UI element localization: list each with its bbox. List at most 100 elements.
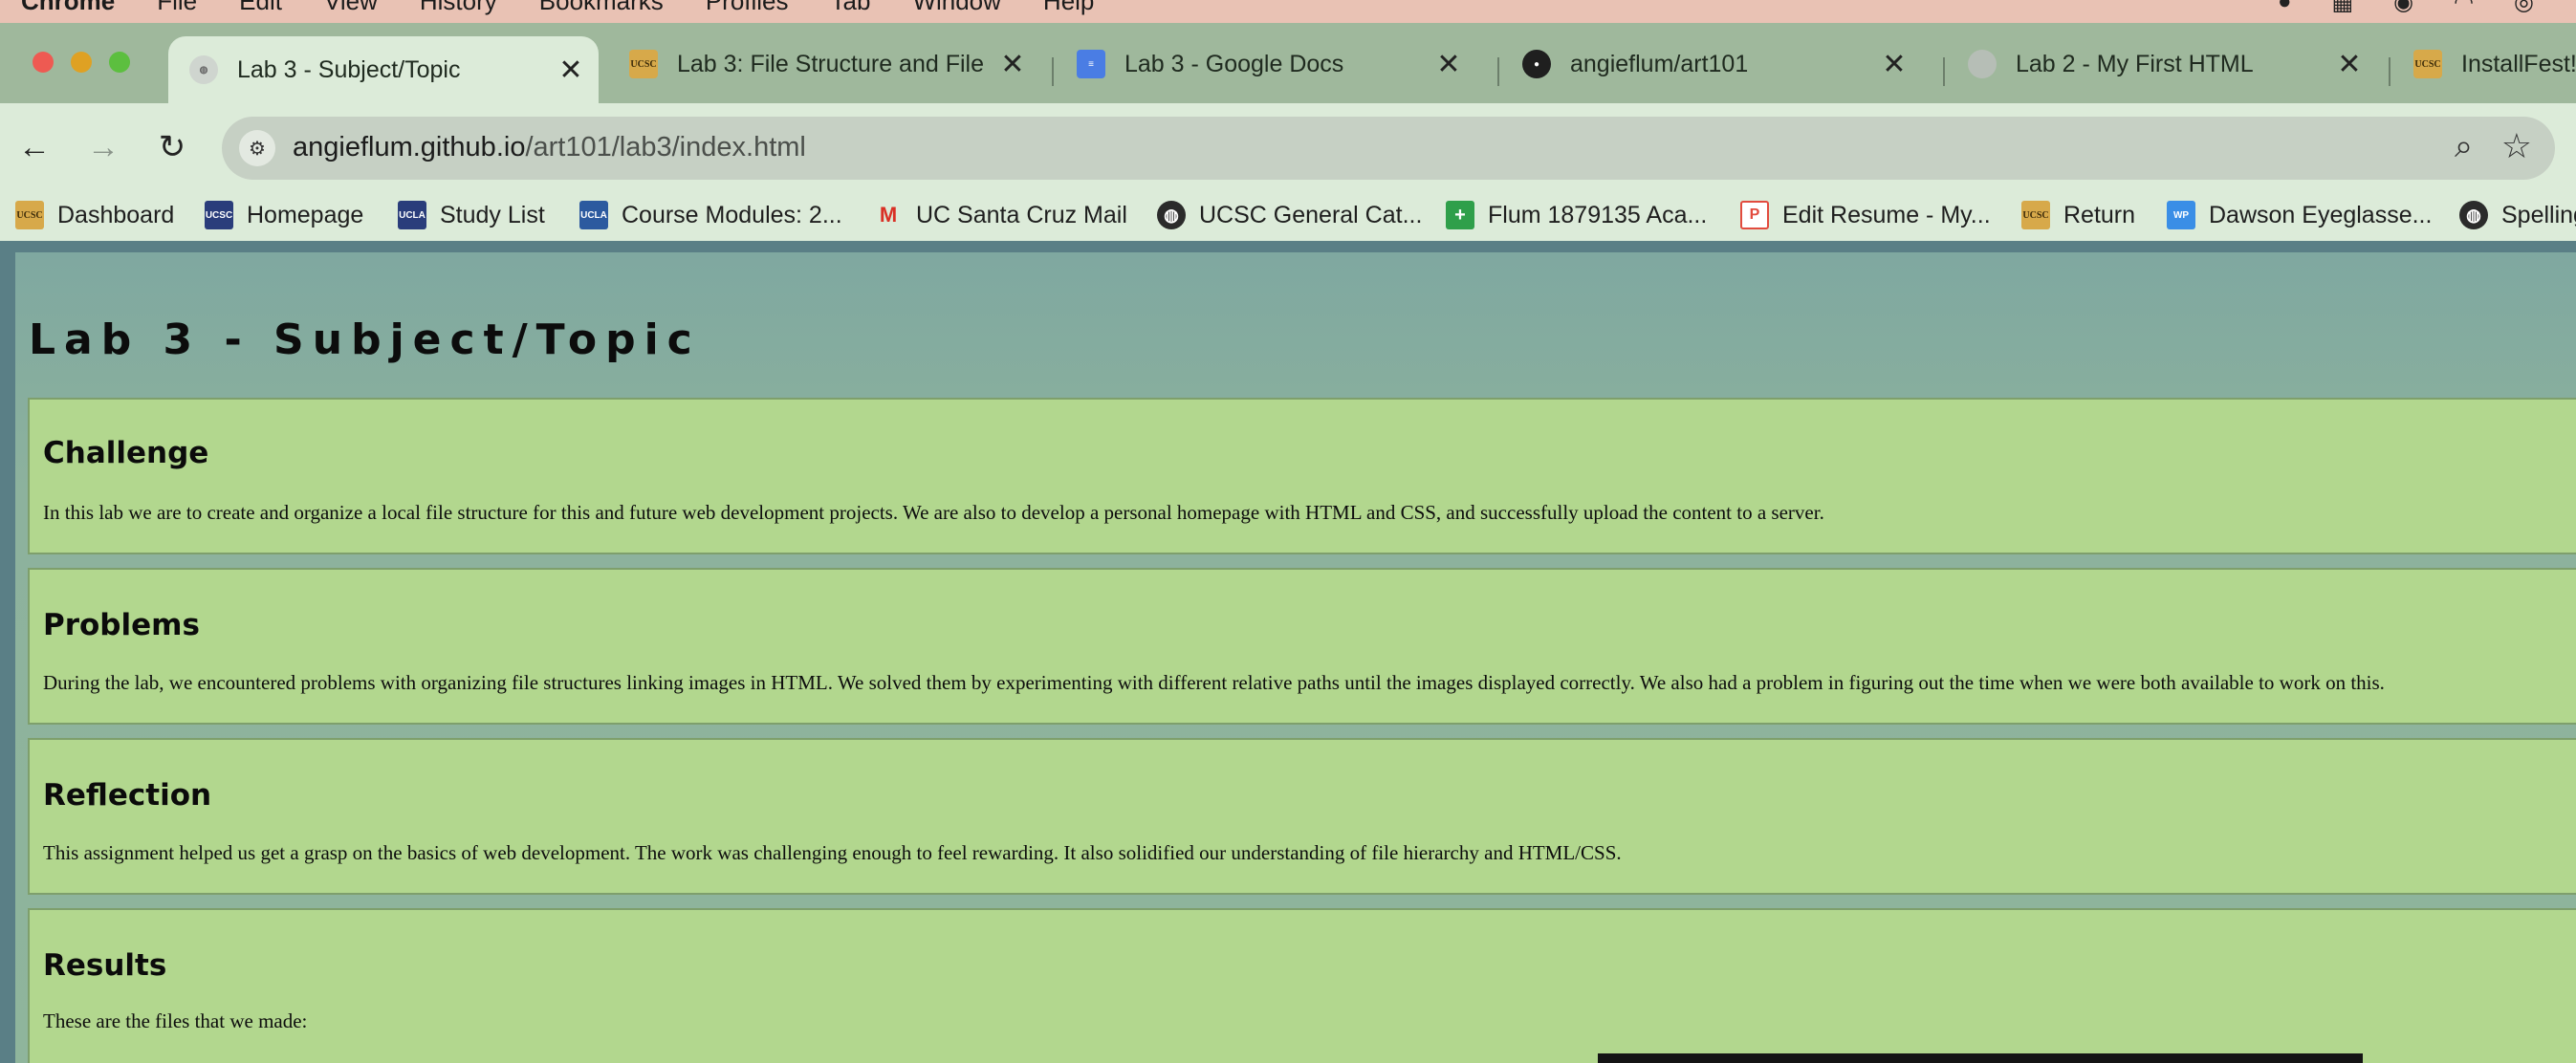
page-viewport: Lab 3 - Subject/Topic Challenge In this … xyxy=(0,252,2576,1063)
section-text: This assignment helped us get a grasp on… xyxy=(43,841,1622,864)
macos-menubar: Chrome File Edit View History Bookmarks … xyxy=(0,0,2576,23)
reflection-section: Reflection This assignment helped us get… xyxy=(28,738,2576,895)
menu-app-name[interactable]: Chrome xyxy=(21,0,115,16)
ucla-icon: UCLA xyxy=(398,201,426,229)
tab-title: Lab 3 - Google Docs xyxy=(1124,50,1344,77)
close-tab-icon[interactable]: ✕ xyxy=(557,54,585,87)
bookmark-label: UC Santa Cruz Mail xyxy=(916,201,1127,228)
zoom-icon[interactable]: ⌕ xyxy=(2455,128,2473,165)
menu-bookmarks[interactable]: Bookmarks xyxy=(539,0,664,16)
minimize-window-button[interactable] xyxy=(71,52,92,73)
status-icon-1[interactable]: ● xyxy=(2278,0,2292,16)
accessibility-icon[interactable]: ◉ xyxy=(2393,0,2413,16)
bookmark-label: Return xyxy=(2063,201,2136,228)
ucsc-icon: UCSC xyxy=(15,201,44,229)
bookmark-star-icon[interactable]: ☆ xyxy=(2501,126,2532,166)
wifi-icon[interactable]: ◠ xyxy=(2454,0,2474,16)
menu-window[interactable]: Window xyxy=(912,0,1000,16)
resume-icon: P xyxy=(1740,201,1769,229)
menu-profiles[interactable]: Profiles xyxy=(706,0,789,16)
keyboard-icon[interactable]: ▦ xyxy=(2331,0,2353,16)
globe-icon: ◍ xyxy=(189,55,218,84)
section-text: During the lab, we encountered problems … xyxy=(43,671,2385,694)
results-section: Results These are the files that we made… xyxy=(28,908,2576,1063)
bookmark-flum-academic[interactable]: + Flum 1879135 Aca... xyxy=(1446,201,1707,229)
menu-view[interactable]: View xyxy=(324,0,378,16)
airdrop-icon[interactable]: ◎ xyxy=(2514,0,2534,16)
globe-icon: ◍ xyxy=(2459,201,2488,229)
close-window-button[interactable] xyxy=(33,52,54,73)
menu-history[interactable]: History xyxy=(420,0,497,16)
bookmark-return[interactable]: UCSC Return xyxy=(2021,201,2135,229)
address-bar[interactable]: ⚙ angieflum.github.io/art101/lab3/index.… xyxy=(222,117,2555,180)
tab-title: InstallFest! xyxy=(2461,50,2576,77)
tab-separator xyxy=(1497,57,1499,86)
bookmark-spelling[interactable]: ◍ Spelling xyxy=(2459,201,2576,229)
bookmark-study-list[interactable]: UCLA Study List xyxy=(398,201,545,229)
tab-separator xyxy=(1052,57,1054,86)
web-page: Lab 3 - Subject/Topic Challenge In this … xyxy=(15,252,2576,1063)
browser-toolbar: ← → ↻ ⚙ angieflum.github.io/art101/lab3/… xyxy=(0,103,2576,193)
close-tab-icon[interactable]: ✕ xyxy=(1880,48,1909,81)
close-tab-icon[interactable]: ✕ xyxy=(1434,48,1463,81)
problems-section: Problems During the lab, we encountered … xyxy=(28,568,2576,725)
bookmark-ucsc-general-catalog[interactable]: ◍ UCSC General Cat... xyxy=(1157,201,1422,229)
ucsc-icon: UCSC xyxy=(205,201,233,229)
reload-icon[interactable]: ↻ xyxy=(149,124,195,170)
fullscreen-window-button[interactable] xyxy=(109,52,130,73)
close-tab-icon[interactable]: ✕ xyxy=(2335,48,2364,81)
site-settings-icon[interactable]: ⚙ xyxy=(239,130,275,166)
menubar-status-icons: ● ▦ ◉ ◠ ◎ xyxy=(2278,0,2534,16)
section-heading: Problems xyxy=(43,608,200,642)
page-title: Lab 3 - Subject/Topic xyxy=(29,315,701,364)
tab-lab3-file-structure[interactable]: UCSC Lab 3: File Structure and File ✕ xyxy=(608,33,1040,96)
url-host: angieflum.github.io xyxy=(293,132,526,163)
globe-icon xyxy=(1968,50,1997,78)
menu-tab[interactable]: Tab xyxy=(831,0,871,16)
bookmark-label: Course Modules: 2... xyxy=(622,201,842,228)
menu-file[interactable]: File xyxy=(157,0,197,16)
bookmark-course-modules[interactable]: UCLA Course Modules: 2... xyxy=(579,201,842,229)
github-icon: ● xyxy=(1522,50,1551,78)
ucla-icon: UCLA xyxy=(579,201,608,229)
tab-title: Lab 3: File Structure and File xyxy=(677,50,984,77)
bookmark-label: Dawson Eyeglasse... xyxy=(2209,201,2433,228)
tab-installfest[interactable]: UCSC InstallFest! xyxy=(2392,33,2576,96)
tab-strip: ◍ Lab 3 - Subject/Topic ✕ UCSC Lab 3: Fi… xyxy=(0,23,2576,103)
bookmark-homepage[interactable]: UCSC Homepage xyxy=(205,201,363,229)
bookmark-dashboard[interactable]: UCSC Dashboard xyxy=(15,201,174,229)
tab-lab2-first-html[interactable]: Lab 2 - My First HTML ✕ xyxy=(1947,33,2377,96)
gmail-icon: M xyxy=(879,203,898,227)
bookmark-edit-resume[interactable]: P Edit Resume - My... xyxy=(1740,201,1991,229)
tab-separator xyxy=(2389,57,2390,86)
bookmark-label: Edit Resume - My... xyxy=(1782,201,1991,228)
tab-github-art101[interactable]: ● angieflum/art101 ✕ xyxy=(1501,33,1922,96)
tab-lab3-subject-topic[interactable]: ◍ Lab 3 - Subject/Topic ✕ xyxy=(168,36,599,103)
challenge-section: Challenge In this lab we are to create a… xyxy=(28,398,2576,554)
bookmark-label: Study List xyxy=(440,201,545,228)
section-text: In this lab we are to create and organiz… xyxy=(43,501,1824,524)
bookmark-label: Dashboard xyxy=(57,201,175,228)
section-heading: Results xyxy=(43,948,167,983)
tab-lab3-google-docs[interactable]: ≡ Lab 3 - Google Docs ✕ xyxy=(1056,33,1476,96)
bookmark-ucsc-mail[interactable]: M UC Santa Cruz Mail xyxy=(874,201,1127,229)
tab-title: Lab 2 - My First HTML xyxy=(2016,50,2254,77)
wordpress-icon: WP xyxy=(2167,201,2195,229)
tab-title: angieflum/art101 xyxy=(1570,50,1749,77)
close-tab-icon[interactable]: ✕ xyxy=(998,48,1027,81)
menu-edit[interactable]: Edit xyxy=(239,0,282,16)
bookmark-label: Homepage xyxy=(247,201,364,228)
bookmarks-bar: UCSC Dashboard UCSC Homepage UCLA Study … xyxy=(0,193,2576,241)
menubar-menus: Chrome File Edit View History Bookmarks … xyxy=(21,0,1094,16)
bookmark-dawson-eyeglasses[interactable]: WP Dawson Eyeglasse... xyxy=(2167,201,2432,229)
ucsc-icon: UCSC xyxy=(2021,201,2050,229)
forward-arrow-icon[interactable]: → xyxy=(80,124,126,170)
back-arrow-icon[interactable]: ← xyxy=(11,124,57,170)
menu-help[interactable]: Help xyxy=(1043,0,1094,16)
url-text[interactable]: angieflum.github.io/art101/lab3/index.ht… xyxy=(293,132,806,163)
plus-icon: + xyxy=(1446,201,1474,229)
ucsc-icon: UCSC xyxy=(2413,50,2442,78)
section-heading: Challenge xyxy=(43,436,209,470)
bookmark-label: Spelling xyxy=(2501,201,2576,228)
section-text: These are the files that we made: xyxy=(43,1009,308,1032)
